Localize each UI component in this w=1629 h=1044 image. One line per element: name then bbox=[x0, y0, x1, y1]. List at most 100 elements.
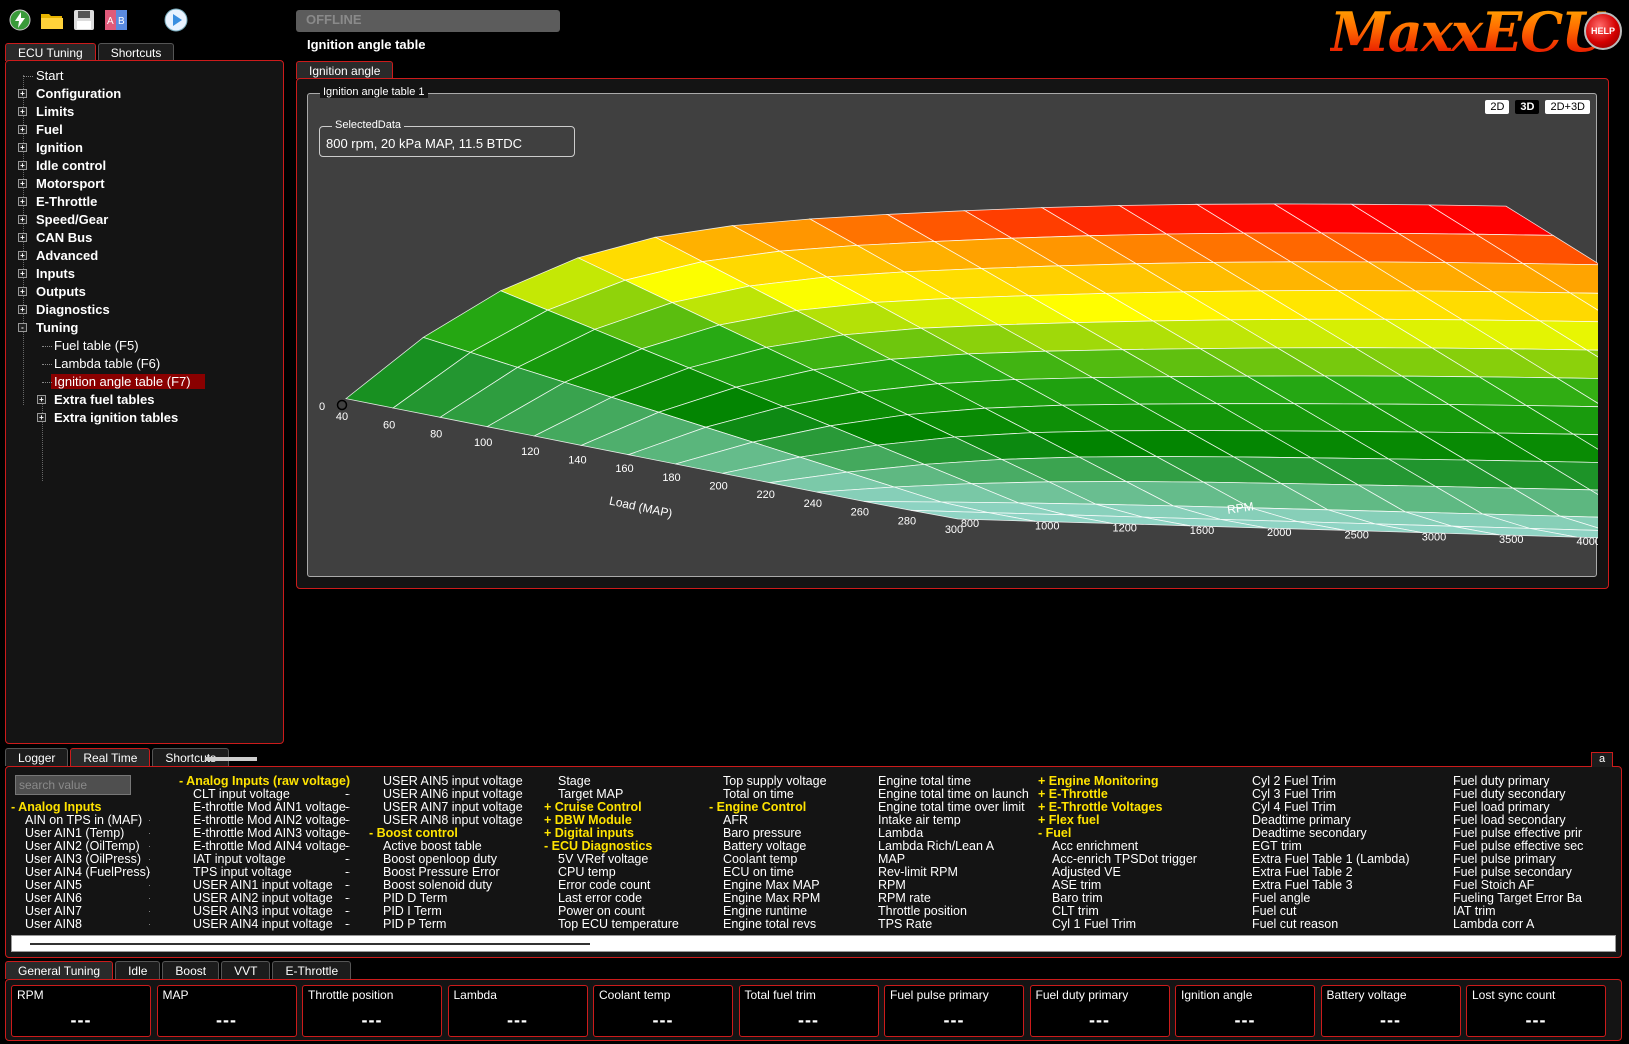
z-zero-label: 0 bbox=[319, 401, 325, 413]
tree-item-extra-ignition-tables[interactable]: + Extra ignition tables bbox=[16, 409, 205, 427]
group-header-label: + Cruise Control bbox=[544, 800, 642, 814]
collapse-icon[interactable]: - bbox=[18, 323, 27, 332]
gauge-ignition-angle: Ignition angle --- bbox=[1175, 985, 1315, 1037]
channel-name: USER AIN1 input voltage bbox=[193, 878, 333, 892]
gauge-value: --- bbox=[361, 1010, 383, 1030]
save-icon[interactable] bbox=[72, 8, 96, 32]
channel-name: TPS Rate bbox=[878, 917, 933, 931]
realtime-column: Engine total time---Engine total time on… bbox=[864, 775, 1029, 931]
channel-name: Fueling Target Error Ba bbox=[1453, 891, 1582, 905]
play-icon[interactable] bbox=[164, 8, 188, 32]
expand-icon[interactable]: + bbox=[18, 197, 27, 206]
channel-value: --- bbox=[345, 917, 350, 931]
expand-icon[interactable]: + bbox=[18, 233, 27, 242]
tree-item-fuel[interactable]: + Fuel bbox=[16, 121, 205, 139]
tree-item-speed-gear[interactable]: + Speed/Gear bbox=[16, 211, 205, 229]
expand-icon[interactable]: + bbox=[18, 161, 27, 170]
surface-mesh bbox=[345, 203, 1598, 539]
tree-item-fuel-table-f5[interactable]: Fuel table (F5) bbox=[16, 337, 205, 355]
expand-icon[interactable]: + bbox=[18, 125, 27, 134]
channel-name: RPM rate bbox=[878, 891, 931, 905]
tree-item-tuning[interactable]: - Tuning bbox=[16, 319, 205, 337]
tab-logger[interactable]: Logger bbox=[5, 748, 69, 766]
view-2d-button[interactable]: 2D bbox=[1485, 100, 1510, 114]
realtime-row: TPS Rate--- bbox=[864, 918, 1029, 931]
tree-item-can-bus[interactable]: + CAN Bus bbox=[16, 229, 205, 247]
tab-idle[interactable]: Idle bbox=[115, 961, 161, 979]
tree-item-ignition[interactable]: + Ignition bbox=[16, 139, 205, 157]
group-header-label: + Flex fuel bbox=[1038, 813, 1100, 827]
realtime-row: Cyl 1 Fuel Trim--- bbox=[1038, 918, 1197, 931]
tree-item-label: Ignition bbox=[36, 140, 83, 155]
expand-icon[interactable]: + bbox=[18, 179, 27, 188]
tree-item-label: Extra ignition tables bbox=[54, 410, 179, 425]
expand-icon[interactable]: + bbox=[18, 215, 27, 224]
tab-real-time[interactable]: Real Time bbox=[70, 748, 151, 766]
channel-name: TPS input voltage bbox=[193, 865, 292, 879]
view-3d-button[interactable]: 3D bbox=[1515, 100, 1540, 114]
open-folder-icon[interactable] bbox=[40, 8, 64, 32]
tree-item-advanced[interactable]: + Advanced bbox=[16, 247, 205, 265]
expand-icon[interactable]: + bbox=[18, 251, 27, 260]
connection-status: OFFLINE bbox=[296, 10, 560, 32]
channel-name: USER AIN8 input voltage bbox=[383, 813, 523, 827]
tree-item-extra-fuel-tables[interactable]: + Extra fuel tables bbox=[16, 391, 205, 409]
tree-item-start[interactable]: Start bbox=[16, 67, 205, 85]
tree-item-configuration[interactable]: + Configuration bbox=[16, 85, 205, 103]
selected-point-marker[interactable] bbox=[336, 399, 348, 411]
expand-icon[interactable]: + bbox=[37, 395, 46, 404]
ignition-3d-surface-chart[interactable]: 4060801001201401601802002202402602803008… bbox=[308, 94, 1598, 578]
channel-name: Fuel load primary bbox=[1453, 800, 1550, 814]
tree-item-ignition-angle-table-f7[interactable]: Ignition angle table (F7) bbox=[16, 373, 205, 391]
expand-icon[interactable]: + bbox=[18, 269, 27, 278]
tree-item-diagnostics[interactable]: + Diagnostics bbox=[16, 301, 205, 319]
tree-item-motorsport[interactable]: + Motorsport bbox=[16, 175, 205, 193]
svg-text:A: A bbox=[107, 16, 114, 27]
tree-item-lambda-table-f6[interactable]: Lambda table (F6) bbox=[16, 355, 205, 373]
expand-icon[interactable]: + bbox=[37, 413, 46, 422]
x-axis-label: Load (MAP) bbox=[608, 494, 674, 521]
tab-ignition-angle[interactable]: Ignition angle bbox=[296, 61, 394, 79]
channel-name: ECU on time bbox=[723, 865, 794, 879]
tab-ecu-tuning[interactable]: ECU Tuning bbox=[5, 43, 96, 61]
realtime-row: Top ECU temperature--- bbox=[544, 918, 679, 931]
gauge-label: Lambda bbox=[453, 988, 497, 1002]
panel-resize-handle[interactable] bbox=[205, 757, 257, 761]
expand-icon[interactable]: + bbox=[18, 107, 27, 116]
svg-text:B: B bbox=[118, 16, 125, 27]
channel-name: Coolant temp bbox=[723, 852, 798, 866]
channel-name: Lambda bbox=[878, 826, 924, 840]
channel-name: CPU temp bbox=[558, 865, 616, 879]
tree-item-inputs[interactable]: + Inputs bbox=[16, 265, 205, 283]
gauge-fuel-duty-primary: Fuel duty primary --- bbox=[1029, 985, 1170, 1037]
channel-name: Total on time bbox=[723, 787, 794, 801]
expand-icon[interactable]: + bbox=[18, 287, 27, 296]
gauge-value: --- bbox=[507, 1010, 528, 1030]
expand-icon[interactable]: + bbox=[18, 305, 27, 314]
channel-value: --- bbox=[149, 918, 150, 931]
channel-name: User AIN2 (OilTemp) bbox=[25, 839, 140, 853]
horizontal-scrollbar[interactable] bbox=[11, 935, 1616, 952]
compare-icon[interactable]: AB bbox=[104, 8, 128, 32]
expand-icon[interactable]: + bbox=[18, 89, 27, 98]
search-input[interactable] bbox=[15, 775, 131, 795]
expand-icon[interactable]: + bbox=[18, 143, 27, 152]
scrollbar-thumb[interactable] bbox=[30, 943, 590, 945]
map-tick-label: 280 bbox=[898, 515, 916, 527]
view-2d3d-button[interactable]: 2D+3D bbox=[1545, 100, 1590, 114]
help-button[interactable]: HELP bbox=[1584, 12, 1622, 50]
tab-boost[interactable]: Boost bbox=[162, 961, 220, 979]
panel-option-button[interactable]: a bbox=[1591, 752, 1613, 767]
ecu-tuning-tree-panel: Start + Configuration + Limits + Fuel + Ignitio… bbox=[5, 60, 284, 744]
tree-item-outputs[interactable]: + Outputs bbox=[16, 283, 205, 301]
tab-vvt[interactable]: VVT bbox=[221, 961, 271, 979]
tree-item-idle-control[interactable]: + Idle control bbox=[16, 157, 205, 175]
gauge-label: Ignition angle bbox=[1181, 988, 1253, 1002]
tab-shortcuts[interactable]: Shortcuts bbox=[97, 43, 175, 61]
tree-item-limits[interactable]: + Limits bbox=[16, 103, 205, 121]
tab-general-tuning[interactable]: General Tuning bbox=[5, 961, 114, 979]
tree-item-label: Tuning bbox=[36, 320, 79, 335]
tree-item-e-throttle[interactable]: + E-Throttle bbox=[16, 193, 205, 211]
connect-icon[interactable] bbox=[8, 8, 32, 32]
tab-e-throttle[interactable]: E-Throttle bbox=[272, 961, 352, 979]
